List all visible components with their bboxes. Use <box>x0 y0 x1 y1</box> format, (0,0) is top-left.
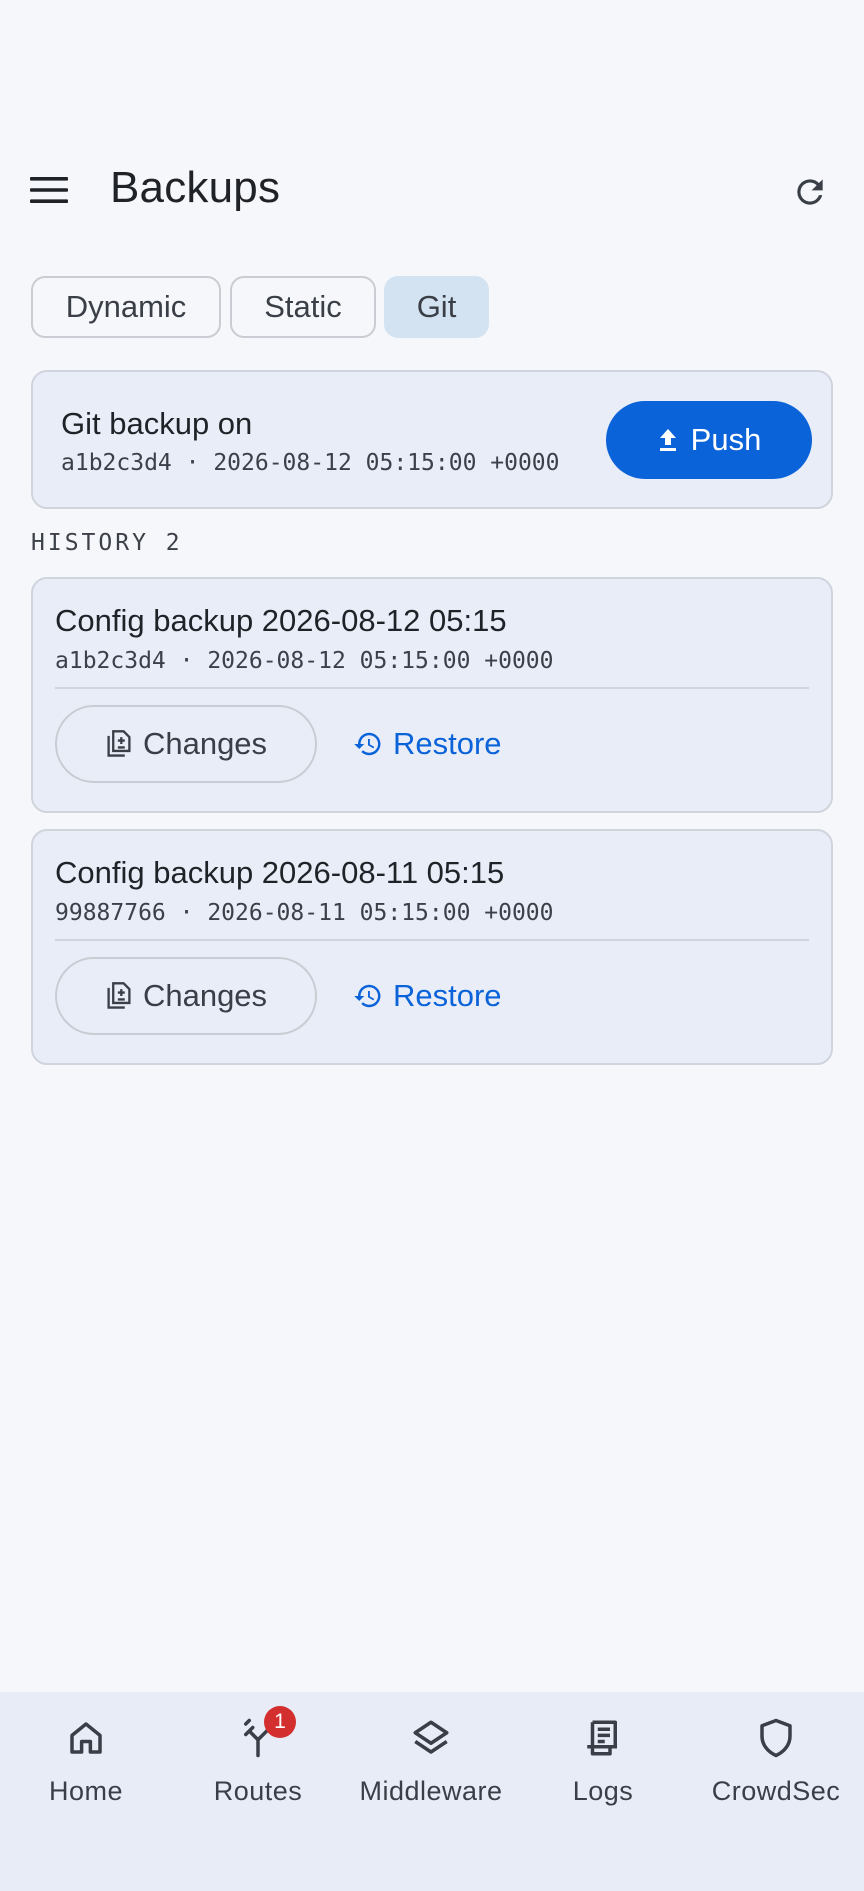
home-icon <box>70 1722 102 1754</box>
shield-icon <box>760 1718 792 1758</box>
divider <box>55 939 809 941</box>
history-item: Config backup 2026-08-11 05:15 99887766 … <box>31 829 833 1065</box>
menu-button[interactable] <box>30 170 82 210</box>
tab-git-label: Git <box>416 289 457 324</box>
restore-button-label: Restore <box>393 978 502 1013</box>
restore-button[interactable]: Restore <box>353 705 502 783</box>
receipt-icon <box>587 1720 617 1756</box>
divider <box>55 687 809 689</box>
git-status-commit: a1b2c3d4 · 2026-08-12 05:15:00 +0000 <box>61 450 560 476</box>
diff-icon <box>107 982 131 1009</box>
nav-item-logs[interactable]: Logs <box>517 1692 689 1832</box>
restore-icon <box>354 984 381 1008</box>
push-button-label: Push <box>690 422 762 457</box>
history-item: Config backup 2026-08-12 05:15 a1b2c3d4 … <box>31 577 833 813</box>
history-item-commit: 99887766 · 2026-08-11 05:15:00 +0000 <box>55 900 554 926</box>
nav-item-home[interactable]: Home <box>0 1692 172 1832</box>
history-item-title: Config backup 2026-08-12 05:15 <box>55 603 507 638</box>
changes-button-label: Changes <box>142 978 268 1013</box>
changes-button[interactable]: Changes <box>55 705 317 783</box>
history-section-label: HISTORY 2 <box>31 530 183 556</box>
restore-button-label: Restore <box>393 726 502 761</box>
nav-item-crowdsec[interactable]: CrowdSec <box>690 1692 862 1832</box>
nav-item-middleware[interactable]: Middleware <box>345 1692 517 1832</box>
push-button[interactable]: Push <box>606 401 812 479</box>
app-bar: Backups <box>0 150 864 230</box>
page-title: Backups <box>110 163 281 212</box>
restore-icon <box>354 732 381 756</box>
nav-item-label: Routes <box>213 1776 303 1806</box>
restore-button[interactable]: Restore <box>353 957 502 1035</box>
tab-dynamic-label: Dynamic <box>65 289 187 324</box>
nav-item-label: Home <box>48 1776 124 1806</box>
history-item-commit: a1b2c3d4 · 2026-08-12 05:15:00 +0000 <box>55 648 554 674</box>
nav-item-label: CrowdSec <box>711 1776 841 1806</box>
nav-item-routes[interactable]: 1 Routes <box>172 1692 344 1832</box>
tab-static-label: Static <box>264 289 342 324</box>
notification-badge: 1 <box>264 1706 296 1738</box>
nav-item-label: Logs <box>572 1776 634 1806</box>
refresh-button[interactable] <box>788 170 832 214</box>
nav-item-label: Middleware <box>359 1776 503 1806</box>
bottom-navigation: Home 1 Routes Middleware Logs CrowdSec <box>0 1692 864 1891</box>
changes-button[interactable]: Changes <box>55 957 317 1035</box>
layers-icon <box>413 1720 449 1754</box>
git-status-title: Git backup on <box>61 406 253 441</box>
refresh-icon <box>797 179 823 205</box>
tab-git[interactable]: Git <box>384 276 489 338</box>
tab-dynamic[interactable]: Dynamic <box>31 276 221 338</box>
hamburger-menu-icon <box>30 177 68 203</box>
upload-icon <box>659 429 676 451</box>
diff-icon <box>107 730 131 757</box>
tab-static[interactable]: Static <box>230 276 376 338</box>
changes-button-label: Changes <box>142 726 268 761</box>
history-item-title: Config backup 2026-08-11 05:15 <box>55 855 505 890</box>
git-status-card: Git backup on a1b2c3d4 · 2026-08-12 05:1… <box>31 370 833 509</box>
